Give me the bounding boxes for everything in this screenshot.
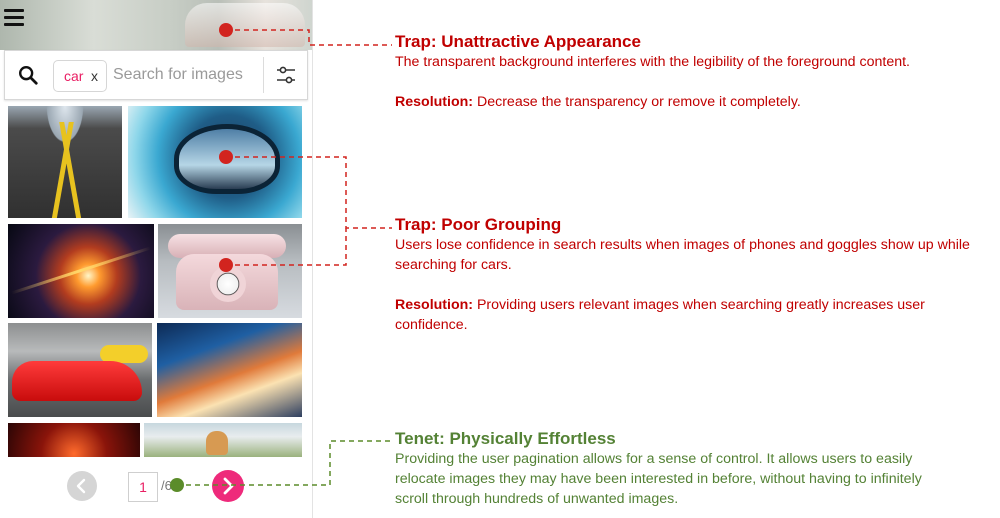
- resolution-label: Resolution:: [395, 297, 474, 313]
- filter-sliders-icon[interactable]: [274, 63, 298, 87]
- annotation-resolution: Resolution: Decrease the transparency or…: [395, 92, 995, 112]
- chip-remove-button[interactable]: x: [91, 68, 98, 84]
- page-total: /6: [161, 478, 172, 493]
- image-ferrari[interactable]: [8, 323, 152, 417]
- image-light-trails[interactable]: [157, 323, 302, 417]
- chevron-left-icon: [76, 478, 86, 494]
- background-image: [185, 3, 305, 47]
- annotation-tenet-effortless: Tenet: Physically Effortless Providing t…: [395, 428, 955, 509]
- next-page-button[interactable]: [212, 470, 244, 502]
- phone-mockup: car x 1 /6: [0, 0, 313, 518]
- annotation-resolution: Resolution: Providing users relevant ima…: [395, 295, 970, 335]
- annotation-trap-grouping: Trap: Poor Grouping Users lose confidenc…: [395, 214, 970, 335]
- image-telephone[interactable]: [158, 224, 302, 318]
- chip-label: car: [64, 68, 84, 84]
- previous-page-button[interactable]: [67, 471, 97, 501]
- annotation-title: Trap: Poor Grouping: [395, 215, 562, 234]
- divider: [263, 57, 264, 93]
- chevron-right-icon: [223, 477, 234, 495]
- image-goggles[interactable]: [128, 106, 302, 218]
- image-road[interactable]: [8, 106, 122, 218]
- annotation-title: Tenet: Physically Effortless: [395, 429, 616, 448]
- page-number-input[interactable]: 1: [128, 472, 158, 502]
- resolution-text: Providing users relevant images when sea…: [395, 297, 925, 333]
- search-chip: car x: [53, 60, 107, 92]
- annotation-trap-appearance: Trap: Unattractive Appearance The transp…: [395, 31, 995, 112]
- pagination: 1 /6: [0, 462, 312, 508]
- search-input[interactable]: [113, 61, 259, 89]
- search-icon[interactable]: [17, 64, 39, 86]
- annotation-body: The transparent background interferes wi…: [395, 54, 910, 70]
- resolution-label: Resolution:: [395, 94, 474, 110]
- menu-icon[interactable]: [4, 9, 24, 27]
- annotation-body: Users lose confidence in search results …: [395, 237, 970, 273]
- image-red-streaks[interactable]: [8, 423, 140, 457]
- annotation-title: Trap: Unattractive Appearance: [395, 32, 641, 51]
- resolution-text: Decrease the transparency or remove it c…: [473, 94, 801, 110]
- image-light-streaks[interactable]: [8, 224, 154, 318]
- image-dog[interactable]: [144, 423, 302, 457]
- annotation-body: Providing the user pagination allows for…: [395, 451, 922, 507]
- transparent-top-bar: [0, 0, 312, 50]
- search-bar: car x: [4, 50, 308, 100]
